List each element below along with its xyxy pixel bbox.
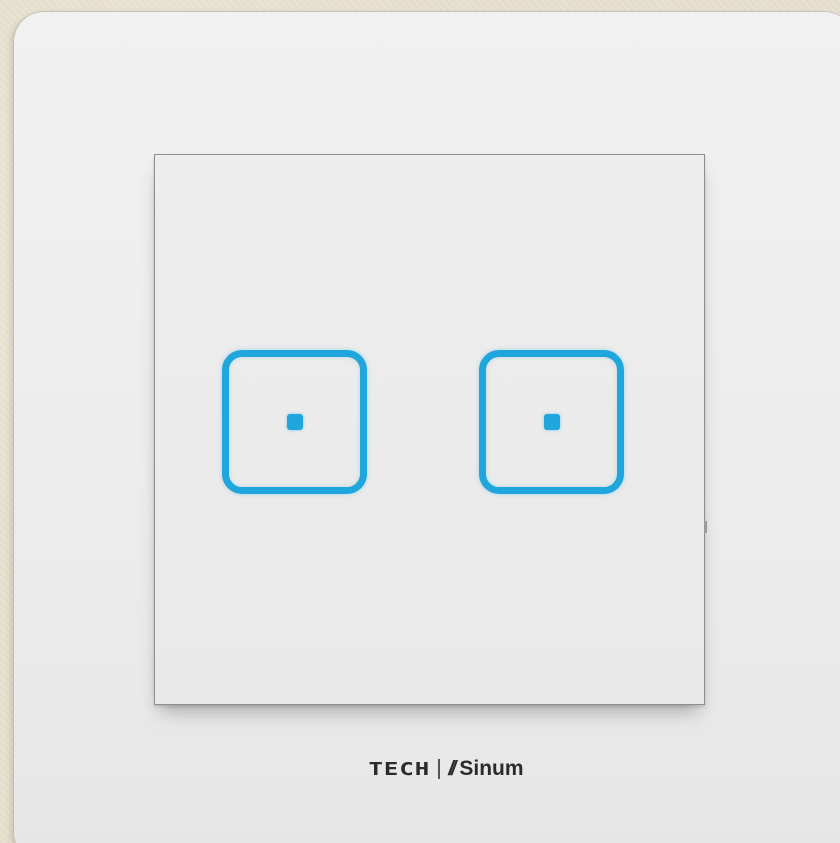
led-indicator-icon xyxy=(543,414,560,430)
panel-side-notch xyxy=(704,521,707,533)
led-indicator-icon xyxy=(286,414,303,430)
brand-logo: TECH // Sinum xyxy=(0,755,840,783)
touch-button-right[interactable] xyxy=(479,350,624,494)
sinum-mark-icon: // xyxy=(448,757,456,780)
brand-tech: TECH xyxy=(368,758,431,780)
brand-divider xyxy=(438,759,441,779)
brand-sinum: Sinum xyxy=(459,757,524,780)
touch-button-left[interactable] xyxy=(222,350,367,494)
switch-panel xyxy=(154,154,707,705)
